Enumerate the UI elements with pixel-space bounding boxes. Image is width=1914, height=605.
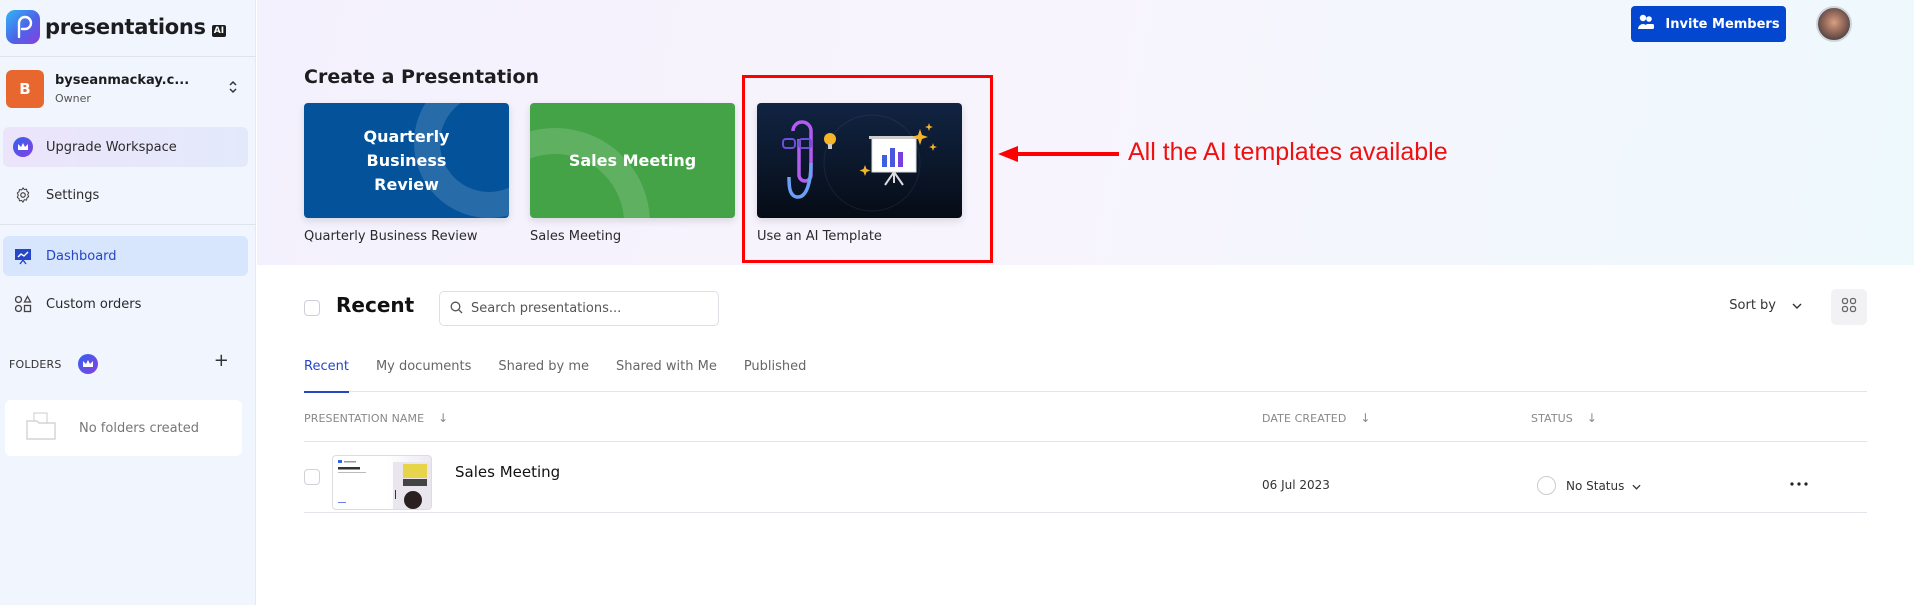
gear-icon <box>12 184 34 206</box>
recent-section: Recent Sort by Recent My documents Share… <box>257 265 1914 605</box>
workspace-switcher[interactable]: B byseanmackay.c... Owner <box>6 68 250 110</box>
template-thumbnail: Sales Meeting <box>530 103 735 218</box>
template-card-text: Quarterly Business Review <box>363 126 450 194</box>
status-label: No Status <box>1566 478 1625 493</box>
invite-members-label: Invite Members <box>1665 16 1780 32</box>
date-created: 06 Jul 2023 <box>1262 478 1330 492</box>
row-checkbox[interactable] <box>304 469 320 485</box>
column-label: PRESENTATION NAME <box>304 411 425 425</box>
table-row[interactable]: Sales Meeting 06 Jul 2023 No Status <box>304 443 1867 513</box>
sidebar-item-upgrade-workspace[interactable]: Upgrade Workspace <box>3 127 248 167</box>
template-use-ai[interactable]: Use an AI Template <box>757 103 962 244</box>
template-label: Sales Meeting <box>530 229 622 244</box>
chevron-down-icon <box>1792 298 1802 313</box>
column-header-date[interactable]: DATE CREATED ↓ <box>1262 411 1371 425</box>
sort-by-dropdown[interactable]: Sort by <box>1729 298 1802 313</box>
grid-view-toggle[interactable] <box>1831 289 1867 325</box>
tab-published[interactable]: Published <box>744 355 807 392</box>
section-title: Create a Presentation <box>304 66 540 88</box>
template-quarterly-business-review[interactable]: Quarterly Business Review Quarterly Busi… <box>304 103 509 244</box>
brand-name: presentations <box>45 15 206 39</box>
sidebar-item-label: Settings <box>46 187 100 203</box>
invite-members-button[interactable]: Invite Members <box>1631 6 1786 42</box>
column-label: DATE CREATED <box>1262 411 1347 425</box>
sidebar-item-custom-orders[interactable]: Custom orders <box>3 284 248 324</box>
sidebar-item-dashboard[interactable]: Dashboard <box>3 236 248 276</box>
workspace-avatar: B <box>6 70 44 108</box>
table-header: PRESENTATION NAME ↓ DATE CREATED ↓ STATU… <box>304 407 1867 442</box>
tab-shared-by-me[interactable]: Shared by me <box>498 355 589 392</box>
chevron-down-icon <box>1632 479 1641 493</box>
template-thumbnail <box>757 103 962 218</box>
workspace-role: Owner <box>55 92 91 105</box>
column-label: STATUS <box>1531 411 1573 425</box>
divider <box>0 56 256 57</box>
grid-view-icon <box>1841 297 1857 317</box>
template-label: Quarterly Business Review <box>304 229 478 244</box>
chevron-up-down-icon[interactable] <box>228 79 238 96</box>
folders-heading: FOLDERS <box>9 357 62 371</box>
status-circle-icon <box>1537 476 1556 495</box>
sort-arrow-down-icon: ↓ <box>438 411 449 425</box>
sort-by-label: Sort by <box>1729 298 1776 313</box>
template-card-text: Sales Meeting <box>568 150 697 170</box>
workspace-name: byseanmackay.c... <box>55 73 190 88</box>
template-label: Use an AI Template <box>757 229 882 244</box>
crown-icon <box>77 354 98 374</box>
folders-empty-text: No folders created <box>79 420 199 436</box>
template-sales-meeting[interactable]: Sales Meeting Sales Meeting <box>530 103 735 244</box>
sort-arrow-down-icon: ↓ <box>1360 411 1371 425</box>
search-box[interactable] <box>439 291 719 326</box>
brand-suffix: AI <box>211 25 227 37</box>
select-all-checkbox[interactable] <box>304 300 320 316</box>
more-options-icon[interactable] <box>1790 471 1808 490</box>
brand-logo[interactable]: presentations AI <box>6 10 227 44</box>
presentation-chart-icon <box>12 245 34 267</box>
folders-empty-state: No folders created <box>5 400 242 456</box>
tab-recent[interactable]: Recent <box>304 355 349 393</box>
annotation-text: All the AI templates available <box>1128 138 1448 166</box>
search-icon <box>450 299 463 318</box>
tab-my-documents[interactable]: My documents <box>376 355 471 392</box>
logo-mark-icon <box>6 10 40 44</box>
sidebar: presentations AI B byseanmackay.c... Own… <box>0 0 256 605</box>
sidebar-item-label: Dashboard <box>46 248 117 264</box>
add-folder-button[interactable]: + <box>214 350 229 371</box>
tab-shared-with-me[interactable]: Shared with Me <box>616 355 717 392</box>
status-dropdown[interactable]: No Status <box>1537 476 1641 495</box>
presentation-name-link[interactable]: Sales Meeting <box>455 463 560 481</box>
user-avatar[interactable] <box>1816 6 1852 42</box>
sidebar-item-settings[interactable]: Settings <box>3 175 248 215</box>
sort-arrow-down-icon: ↓ <box>1586 411 1598 425</box>
invite-users-icon <box>1637 14 1655 34</box>
document-tabs: Recent My documents Shared by me Shared … <box>304 355 1867 393</box>
sidebar-item-label: Custom orders <box>46 296 142 312</box>
crown-icon <box>13 137 33 157</box>
empty-folder-icon <box>25 411 57 445</box>
sidebar-item-label: Upgrade Workspace <box>46 139 177 155</box>
recent-title: Recent <box>336 293 415 317</box>
search-input[interactable] <box>471 301 711 316</box>
folders-section-header: FOLDERS + <box>9 350 229 374</box>
shapes-icon <box>12 293 34 315</box>
create-presentation-section: Invite Members Create a Presentation Qua… <box>257 0 1914 265</box>
column-header-status[interactable]: STATUS ↓ <box>1531 411 1597 425</box>
decorative-arc <box>530 128 650 218</box>
presentation-thumbnail[interactable] <box>332 455 432 510</box>
divider <box>0 224 256 225</box>
ai-assistant-illustration <box>782 114 937 212</box>
column-header-name[interactable]: PRESENTATION NAME ↓ <box>304 411 448 425</box>
template-thumbnail: Quarterly Business Review <box>304 103 509 218</box>
